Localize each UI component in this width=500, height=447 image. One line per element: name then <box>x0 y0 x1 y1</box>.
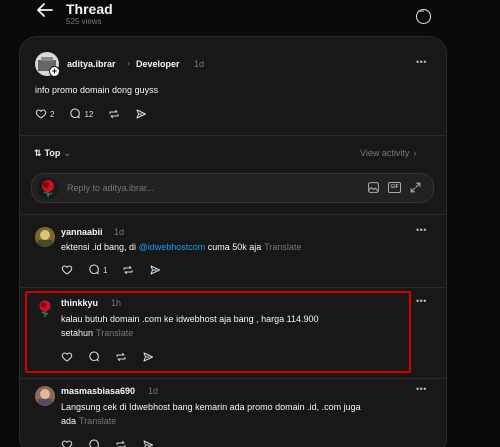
comment-count: 1 <box>103 265 108 275</box>
like-button[interactable] <box>61 439 73 447</box>
divider <box>20 135 446 136</box>
heart-icon <box>61 265 73 275</box>
send-icon <box>150 265 161 275</box>
translate-link[interactable]: Translate <box>264 242 301 252</box>
comment-text: ektensi .id bang, di @idwebhostcom cuma … <box>61 242 302 252</box>
share-button[interactable] <box>142 439 154 447</box>
comment-time: 1d <box>148 386 159 396</box>
reply-input[interactable]: Reply to aditya.ibrar... <box>67 183 154 193</box>
comment-text: Langsung cek di Idwebhost bang kemarin a… <box>61 402 361 426</box>
mention-link[interactable]: @idwebhostcom <box>139 242 206 252</box>
comment-icon <box>70 108 81 119</box>
highlight-box <box>25 291 411 373</box>
repost-button[interactable] <box>108 108 120 120</box>
divider <box>20 214 446 215</box>
comment-more-icon[interactable]: ••• <box>416 225 427 235</box>
chevron-right-icon: › <box>127 58 130 68</box>
chevron-down-icon: ⌄ <box>63 148 71 158</box>
my-avatar <box>37 177 59 199</box>
repost-icon <box>109 110 119 118</box>
send-icon <box>143 440 153 447</box>
like-count: 2 <box>50 109 55 119</box>
repost-button[interactable] <box>122 264 134 276</box>
heart-icon <box>61 440 73 447</box>
view-count: 525 views <box>66 17 102 26</box>
comment-more-icon[interactable]: ••• <box>416 384 427 394</box>
view-activity-link[interactable]: View activity › <box>360 148 416 158</box>
comment-actions <box>61 439 169 447</box>
top-bar: Thread 525 views <box>0 0 500 30</box>
repost-icon <box>116 441 126 447</box>
send-icon <box>136 109 147 119</box>
image-icon[interactable] <box>367 181 380 194</box>
comment-avatar[interactable] <box>35 227 55 247</box>
follow-plus-icon[interactable]: + <box>49 66 60 77</box>
comment-more-icon[interactable]: ••• <box>416 296 427 306</box>
back-arrow-icon[interactable] <box>36 2 54 18</box>
gif-icon[interactable]: GIF <box>388 182 401 193</box>
share-button[interactable] <box>149 264 161 276</box>
divider <box>20 378 446 379</box>
post-text: info promo domain dong guyss <box>35 85 159 95</box>
post-username[interactable]: aditya.ibrar <box>67 59 116 69</box>
thread-card: + aditya.ibrar › Developer 1d ••• info p… <box>19 36 447 447</box>
repost-icon <box>123 266 133 274</box>
post-actions: 2 12 <box>35 108 162 120</box>
like-button[interactable]: 2 <box>35 108 54 120</box>
comment-button[interactable]: 12 <box>69 108 93 120</box>
comment-actions: 1 <box>61 264 176 276</box>
post-more-icon[interactable]: ••• <box>416 57 427 67</box>
comment-button[interactable]: 1 <box>88 264 107 276</box>
post-time: 1d <box>194 59 205 69</box>
heart-icon <box>35 109 47 119</box>
sort-dropdown[interactable]: ⇅ Top ⌄ <box>34 148 71 159</box>
expand-icon[interactable] <box>409 181 422 194</box>
share-button[interactable] <box>135 108 147 120</box>
breadcrumb-topic[interactable]: Developer <box>136 59 180 69</box>
comment-icon <box>89 264 99 275</box>
comment-avatar[interactable] <box>35 386 55 406</box>
comment-username[interactable]: yannaabii <box>61 227 103 237</box>
more-options-icon[interactable] <box>416 9 431 24</box>
page-title: Thread <box>66 1 113 17</box>
comment-time: 1d <box>114 227 125 237</box>
chevron-right-icon: › <box>413 148 417 158</box>
like-button[interactable] <box>61 264 73 276</box>
repost-button[interactable] <box>115 439 127 447</box>
sort-icon: ⇅ <box>34 148 42 158</box>
comment-count: 12 <box>84 109 94 119</box>
sort-label: Top <box>44 148 61 158</box>
comment-button[interactable] <box>88 439 100 447</box>
comment-username[interactable]: masmasbiasa690 <box>61 386 135 396</box>
divider <box>20 287 446 288</box>
view-activity-label: View activity <box>360 148 410 158</box>
comment-icon <box>89 439 99 447</box>
translate-link[interactable]: Translate <box>79 416 116 426</box>
